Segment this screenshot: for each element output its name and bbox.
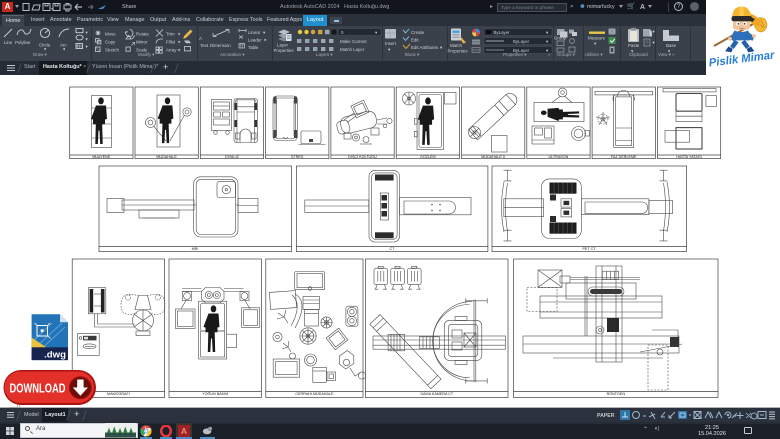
svg-text:PET CT: PET CT <box>582 247 596 251</box>
svg-text:MÜDAHALE II: MÜDAHALE II <box>481 155 505 159</box>
svg-text:FAZ DERLEME: FAZ DERLEME <box>611 155 637 159</box>
svg-text:MAMOGRAFI: MAMOGRAFI <box>107 392 130 396</box>
svg-text:HASTA YATAĞI: HASTA YATAĞI <box>676 154 701 159</box>
svg-text:MRI: MRI <box>192 247 199 251</box>
svg-text:DIYALIZ: DIYALIZ <box>225 155 239 159</box>
svg-text:DOWNLOAD: DOWNLOAD <box>10 381 66 395</box>
svg-text:GAMA KAMERA CT: GAMA KAMERA CT <box>420 392 454 396</box>
svg-text:Pislik Mimar: Pislik Mimar <box>708 49 775 69</box>
svg-text:CT: CT <box>390 247 396 251</box>
svg-text:GÖZLEM: GÖZLEM <box>420 155 436 159</box>
svg-text:YOĞUN BAKIM: YOĞUN BAKIM <box>202 391 228 396</box>
svg-text:DIŞÇI KOLTUĞU: DIŞÇI KOLTUĞU <box>348 154 377 159</box>
svg-text:CERRAHI MÜDAHALE: CERRAHI MÜDAHALE <box>295 392 334 396</box>
svg-text:MUAYENE: MUAYENE <box>92 155 111 159</box>
svg-text:ULTRASON: ULTRASON <box>548 155 568 159</box>
svg-text:RÖNTGEN: RÖNTGEN <box>607 392 626 396</box>
svg-text:MÜDAHALE: MÜDAHALE <box>156 155 177 159</box>
svg-text:.dwg: .dwg <box>44 350 66 361</box>
svg-text:STRES: STRES <box>291 155 304 159</box>
